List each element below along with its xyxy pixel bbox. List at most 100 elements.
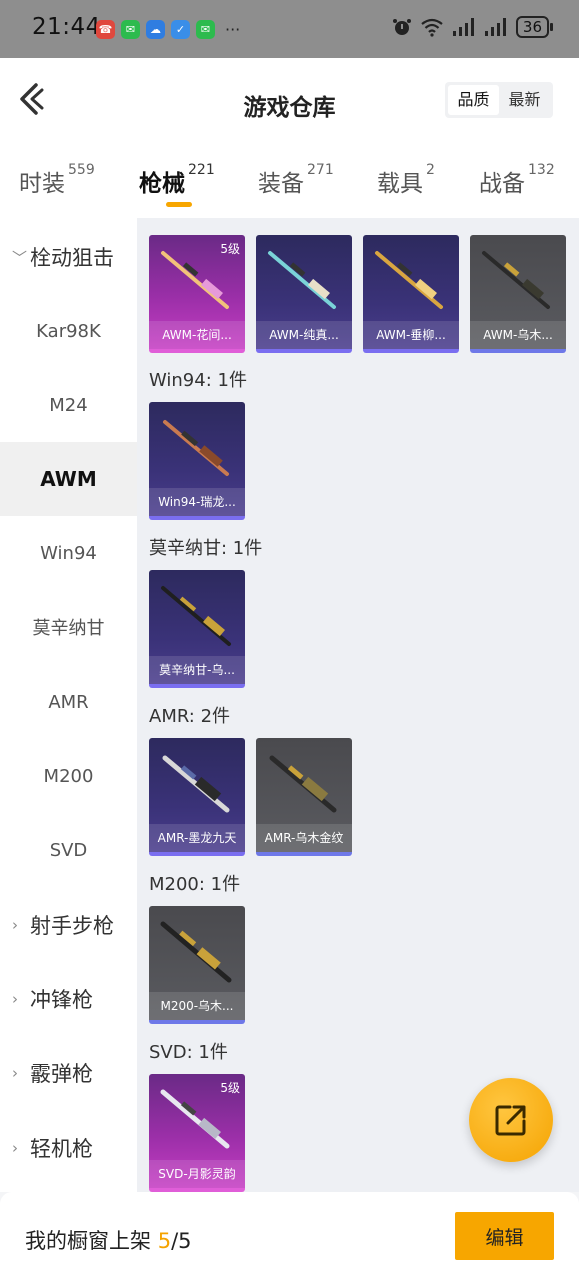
tab-vehicles[interactable]: 载具2 <box>377 162 435 198</box>
sidebar-item-mosin[interactable]: 莫辛纳甘 <box>0 590 137 664</box>
edit-button[interactable]: 编辑 <box>455 1212 554 1260</box>
rifle-icon <box>161 586 231 646</box>
weapon-card-awm-2[interactable]: AWM-纯真... <box>256 235 352 353</box>
sidebar-item-m24[interactable]: M24 <box>0 368 137 442</box>
sidebar-item-kar98k[interactable]: Kar98K <box>0 294 137 368</box>
status-time: 21:44 <box>32 14 101 40</box>
tab-label: 载具 <box>377 171 423 197</box>
tab-label: 战备 <box>479 171 525 197</box>
weapon-card-awm-4[interactable]: AWM-乌木... <box>470 235 566 353</box>
weapon-card-svd-1[interactable]: 5级 SVD-月影灵韵 <box>149 1074 245 1192</box>
sniper-rifle-icon <box>482 251 550 309</box>
weapon-card-m200-1[interactable]: M200-乌木... <box>149 906 245 1024</box>
sidebar-item-amr[interactable]: AMR <box>0 665 137 739</box>
tab-equipment[interactable]: 装备271 <box>258 162 334 198</box>
chevron-right-icon: › <box>12 916 18 934</box>
active-tab-indicator <box>166 202 192 207</box>
tab-label: 枪械 <box>139 171 185 197</box>
sidebar-item-awm[interactable]: AWM <box>0 442 137 516</box>
sidebar-item-svd[interactable]: SVD <box>0 813 137 887</box>
weapon-name: AWM-纯真... <box>256 321 352 349</box>
app-notification-icon: ☁ <box>146 20 165 39</box>
showcase-status: 我的橱窗上架 5/5 <box>25 1225 192 1255</box>
sniper-rifle-icon <box>269 755 337 813</box>
weapon-name: AMR-乌木金纹 <box>256 824 352 852</box>
sidebar-item-label: AMR <box>48 691 89 713</box>
showcase-current-count: 5 <box>157 1229 172 1253</box>
tab-fashion[interactable]: 时装559 <box>19 162 95 198</box>
weapon-card-amr-2[interactable]: AMR-乌木金纹 <box>256 738 352 856</box>
tab-count: 2 <box>426 162 435 178</box>
weapon-grid: 5级 AWM-花间... AWM-纯真... AWM-垂柳... AWM-乌木.… <box>137 218 579 1192</box>
weapon-name: AMR-墨龙九天 <box>149 824 245 852</box>
sidebar-item-label: M24 <box>49 394 88 416</box>
wechat-icon: ✉ <box>121 20 140 39</box>
section-label-mosin: 莫辛纳甘: 1件 <box>149 538 263 559</box>
sort-quality-button[interactable]: 品质 <box>448 85 499 115</box>
alarm-icon <box>392 19 411 35</box>
wechat-icon: ✉ <box>196 20 215 39</box>
tab-supplies[interactable]: 战备132 <box>479 162 555 198</box>
chevron-right-icon: › <box>12 1139 18 1157</box>
tab-label: 装备 <box>258 171 304 197</box>
sidebar-group-lmg[interactable]: › 轻机枪 <box>0 1111 137 1185</box>
sidebar-item-label: SVD <box>49 839 88 861</box>
sidebar-item-label: M200 <box>43 765 94 787</box>
tab-count: 271 <box>307 162 334 178</box>
sidebar-item-label: 霰弹枪 <box>30 1062 93 1086</box>
weapon-card-awm-1[interactable]: 5级 AWM-花间... <box>149 235 245 353</box>
weapon-name: SVD-月影灵韵 <box>149 1160 245 1188</box>
section-label-m200: M200: 1件 <box>149 874 241 895</box>
chevron-down-icon: ﹀ <box>12 248 28 267</box>
signal-icon <box>452 18 474 36</box>
sort-newest-button[interactable]: 最新 <box>499 85 550 115</box>
weapon-name: AWM-花间... <box>149 321 245 349</box>
showcase-label: 我的橱窗上架 <box>25 1229 151 1253</box>
weapon-card-win94-1[interactable]: Win94-瑞龙... <box>149 402 245 520</box>
sidebar-group-smg[interactable]: › 冲锋枪 <box>0 962 137 1036</box>
showcase-bar: 我的橱窗上架 5/5 编辑 <box>0 1192 579 1280</box>
tab-guns[interactable]: 枪械221 <box>139 162 215 198</box>
more-notifications-icon: ··· <box>225 20 241 39</box>
sidebar-item-win94[interactable]: Win94 <box>0 516 137 590</box>
sort-toggle: 品质 最新 <box>445 82 553 118</box>
weapon-name: M200-乌木... <box>149 992 245 1020</box>
rifle-icon <box>163 420 229 476</box>
category-tabs: 时装559 枪械221 装备271 载具2 战备132 <box>0 144 579 218</box>
sidebar-item-label: AWM <box>40 467 97 491</box>
chevron-right-icon: › <box>12 1064 18 1082</box>
app-notification-icon: ☎ <box>96 20 115 39</box>
sidebar-group-shotgun[interactable]: › 霰弹枪 <box>0 1036 137 1110</box>
tab-count: 221 <box>188 162 215 178</box>
sidebar-item-label: Kar98K <box>36 320 101 342</box>
weapon-category-sidebar: ﹀ 栓动狙击 Kar98K M24 AWM Win94 莫辛纳甘 AMR M200… <box>0 218 137 1192</box>
section-label-amr: AMR: 2件 <box>149 706 231 727</box>
weapon-name: AWM-乌木... <box>470 321 566 349</box>
sidebar-group-marksman[interactable]: › 射手步枪 <box>0 888 137 962</box>
sidebar-item-label: 莫辛纳甘 <box>32 618 105 639</box>
weapon-name: AWM-垂柳... <box>363 321 459 349</box>
notification-icons: ☎ ✉ ☁ ✓ ✉ ··· <box>96 20 240 39</box>
sniper-rifle-icon <box>161 251 229 309</box>
status-bar: 21:44 ☎ ✉ ☁ ✓ ✉ ··· 36 <box>0 0 579 58</box>
battery-icon: 36 <box>515 16 554 38</box>
sidebar-item-label: 栓动狙击 <box>30 246 114 270</box>
tab-count: 132 <box>528 162 555 178</box>
app-notification-icon: ✓ <box>171 20 190 39</box>
weapon-card-mosin-1[interactable]: 莫辛纳甘-乌... <box>149 570 245 688</box>
sidebar-item-label: 射手步枪 <box>30 914 114 938</box>
sniper-rifle-icon <box>162 755 230 813</box>
sniper-rifle-icon <box>268 251 336 309</box>
tab-label: 时装 <box>19 171 65 197</box>
sidebar-item-m200[interactable]: M200 <box>0 739 137 813</box>
sniper-rifle-icon <box>375 251 443 309</box>
weapon-card-awm-3[interactable]: AWM-垂柳... <box>363 235 459 353</box>
sidebar-group-bolt-action[interactable]: ﹀ 栓动狙击 <box>0 220 137 294</box>
weapon-card-amr-1[interactable]: AMR-墨龙九天 <box>149 738 245 856</box>
sniper-rifle-icon <box>160 1089 230 1149</box>
section-label-svd: SVD: 1件 <box>149 1042 228 1063</box>
share-button[interactable] <box>469 1078 553 1162</box>
showcase-total-count: 5 <box>178 1229 192 1253</box>
sidebar-item-label: Win94 <box>40 542 97 564</box>
sidebar-item-label: 轻机枪 <box>30 1137 93 1161</box>
